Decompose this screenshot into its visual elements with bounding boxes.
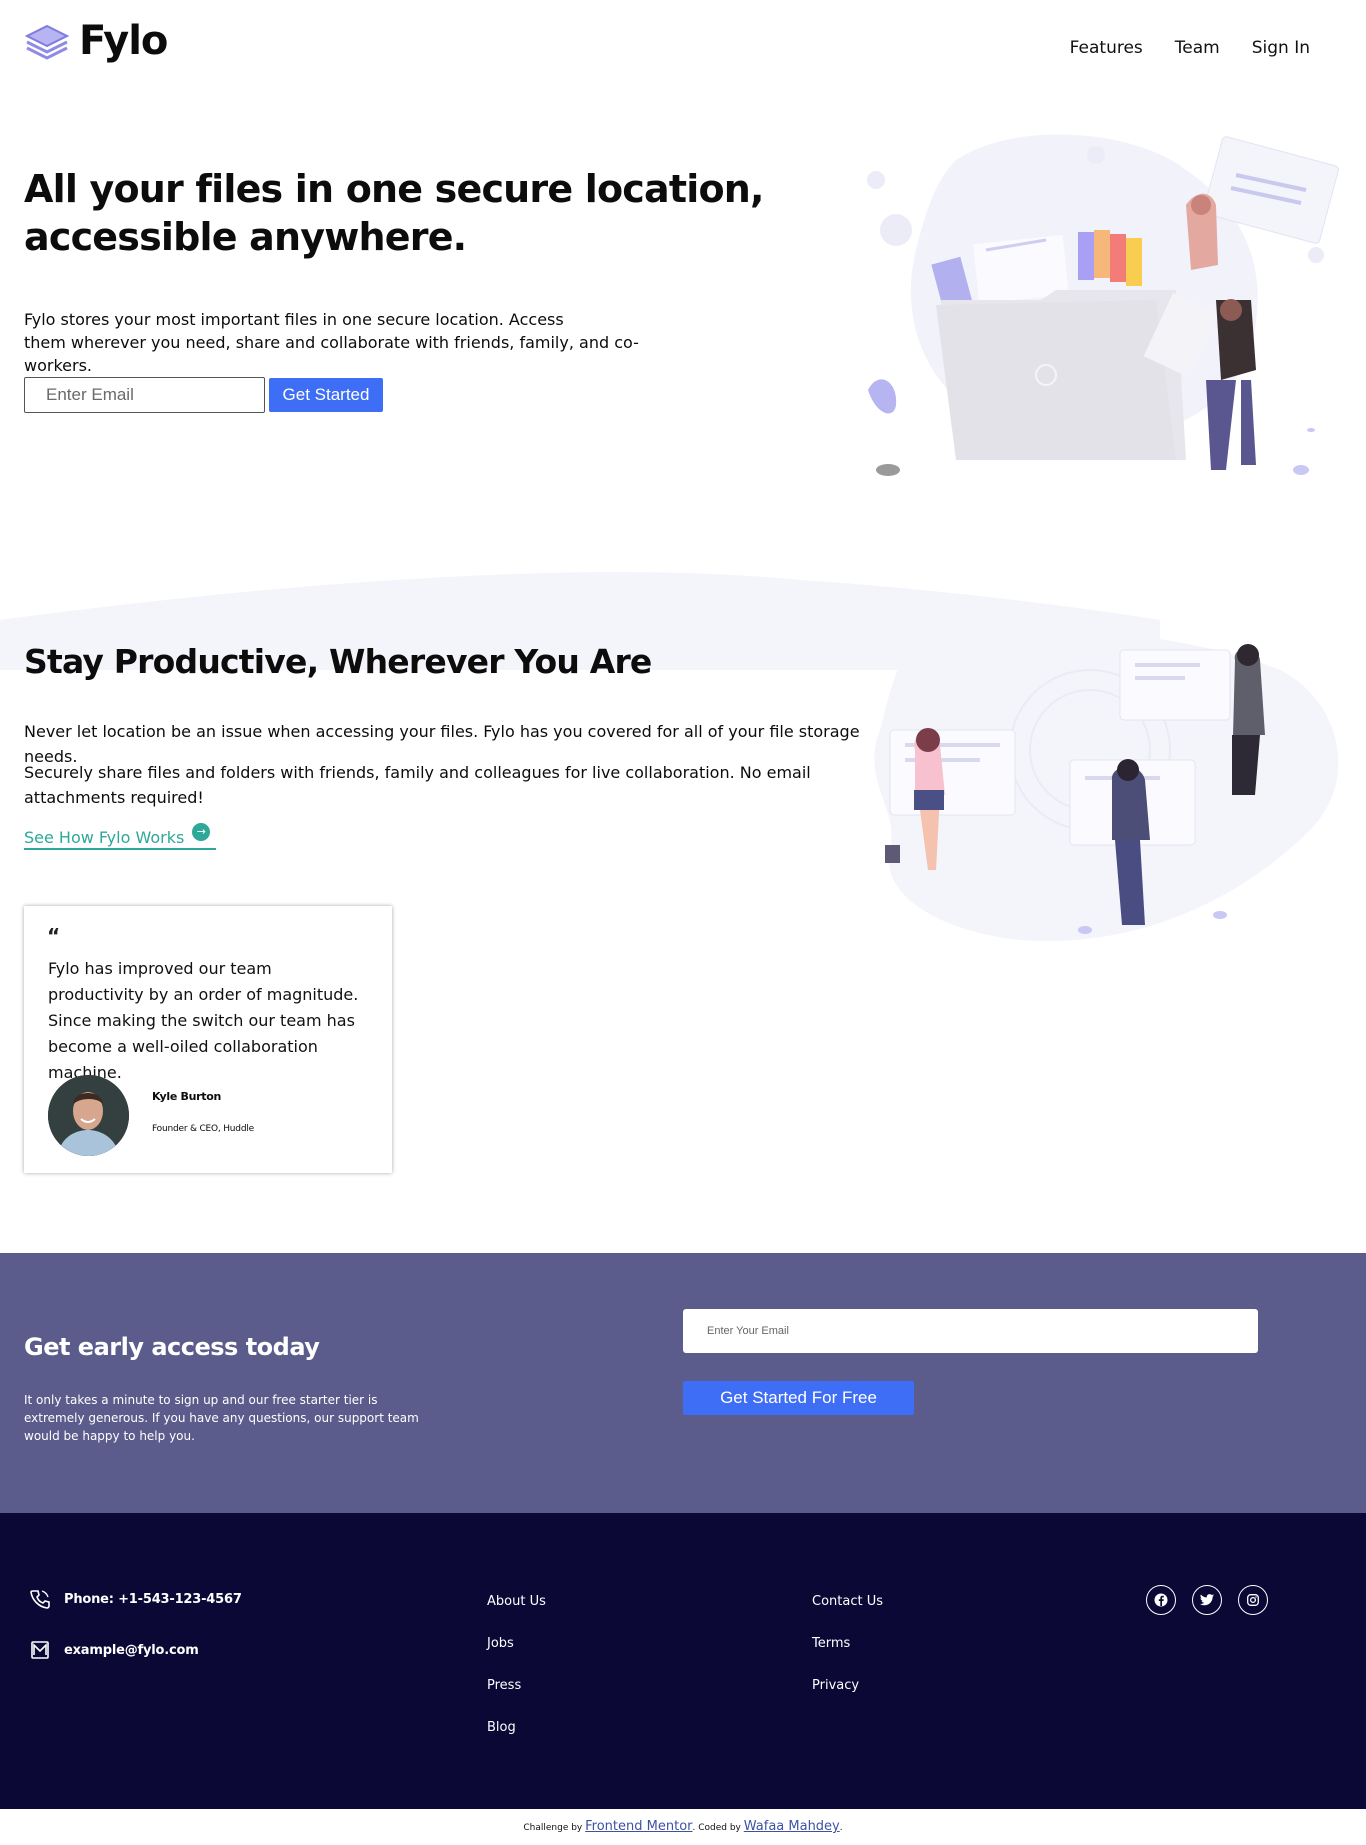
- testimonial-text: Fylo has improved our team productivity …: [48, 959, 359, 1082]
- footer-phone: Phone: +1-543-123-4567: [30, 1589, 242, 1609]
- productive-title: Stay Productive, Wherever You Are: [24, 642, 652, 681]
- nav-team-link[interactable]: Team: [1175, 38, 1220, 58]
- footer-link-contact-us[interactable]: Contact Us: [812, 1594, 883, 1610]
- brand-logo[interactable]: Fylo: [23, 18, 168, 64]
- early-access-title: Get early access today: [24, 1333, 320, 1361]
- get-started-button[interactable]: Get Started: [269, 378, 383, 412]
- footer-links-column-1: About Us Jobs Press Blog: [487, 1594, 546, 1736]
- attribution: Challenge by Frontend Mentor. Coded by W…: [0, 1809, 1366, 1845]
- email-icon: [31, 1641, 49, 1659]
- phone-icon: [30, 1590, 50, 1609]
- early-access-email-input[interactable]: [683, 1309, 1258, 1353]
- avatar-photo: [48, 1075, 129, 1156]
- nav-features-link[interactable]: Features: [1070, 38, 1143, 58]
- attribution-suffix: .: [839, 1823, 843, 1833]
- social-links: [1146, 1585, 1268, 1615]
- hero-email-input[interactable]: [24, 377, 265, 413]
- footer-link-jobs[interactable]: Jobs: [487, 1636, 546, 1652]
- twitter-icon[interactable]: [1192, 1585, 1222, 1615]
- footer-link-blog[interactable]: Blog: [487, 1720, 546, 1736]
- hero-illustration: [867, 134, 1339, 476]
- hero-text-line-1: Fylo stores your most important files in…: [24, 310, 564, 329]
- productive-illustration: [874, 630, 1339, 941]
- testimonial-role: Founder & CEO, Huddle: [152, 1124, 254, 1134]
- author-link[interactable]: Wafaa Mahdey: [744, 1819, 840, 1834]
- footer-link-privacy[interactable]: Privacy: [812, 1678, 883, 1694]
- main-nav: Features Team Sign In: [1070, 38, 1310, 58]
- footer-link-terms[interactable]: Terms: [812, 1636, 883, 1652]
- testimonial-name: Kyle Burton: [152, 1090, 222, 1103]
- arrow-right-icon: →: [192, 822, 211, 841]
- brand-name: Fylo: [79, 18, 168, 64]
- footer-email: example@fylo.com: [30, 1640, 199, 1660]
- site-header: Fylo Features Team Sign In: [0, 0, 1366, 95]
- see-how-link-label: See How Fylo Works: [24, 828, 185, 847]
- get-started-free-button[interactable]: Get Started For Free: [683, 1381, 914, 1415]
- footer-phone-text: Phone: +1-543-123-4567: [64, 1591, 242, 1607]
- hero-text: Fylo stores your most important files in…: [24, 308, 684, 377]
- nav-signin-link[interactable]: Sign In: [1252, 38, 1310, 58]
- footer-links-column-2: Contact Us Terms Privacy: [812, 1594, 883, 1694]
- hero-signup-form: Get Started: [24, 377, 383, 413]
- testimonial-card: “ Fylo has improved our team productivit…: [24, 906, 392, 1173]
- frontend-mentor-link[interactable]: Frontend Mentor: [585, 1819, 692, 1834]
- fylo-logo-icon: [24, 24, 70, 60]
- footer-link-press[interactable]: Press: [487, 1678, 546, 1694]
- early-access-text: It only takes a minute to sign up and ou…: [24, 1393, 419, 1443]
- footer-link-about-us[interactable]: About Us: [487, 1594, 546, 1610]
- hero-text-line-2: them wherever you need, share and collab…: [24, 333, 639, 375]
- facebook-icon[interactable]: [1146, 1585, 1176, 1615]
- avatar: [48, 1075, 129, 1156]
- hero-title: All your files in one secure location, a…: [24, 167, 764, 259]
- quote-icon: “: [47, 924, 61, 948]
- footer-email-text: example@fylo.com: [64, 1642, 199, 1658]
- early-access-section: Get early access today It only takes a m…: [0, 1253, 1366, 1513]
- site-footer: Phone: +1-543-123-4567 example@fylo.com …: [0, 1513, 1366, 1809]
- attribution-middle: . Coded by: [692, 1823, 741, 1833]
- attribution-prefix: Challenge by: [523, 1823, 583, 1833]
- productive-paragraph-2: Securely share files and folders with fr…: [24, 763, 811, 807]
- see-how-fylo-works-link[interactable]: See How Fylo Works →: [24, 822, 216, 850]
- instagram-icon[interactable]: [1238, 1585, 1268, 1615]
